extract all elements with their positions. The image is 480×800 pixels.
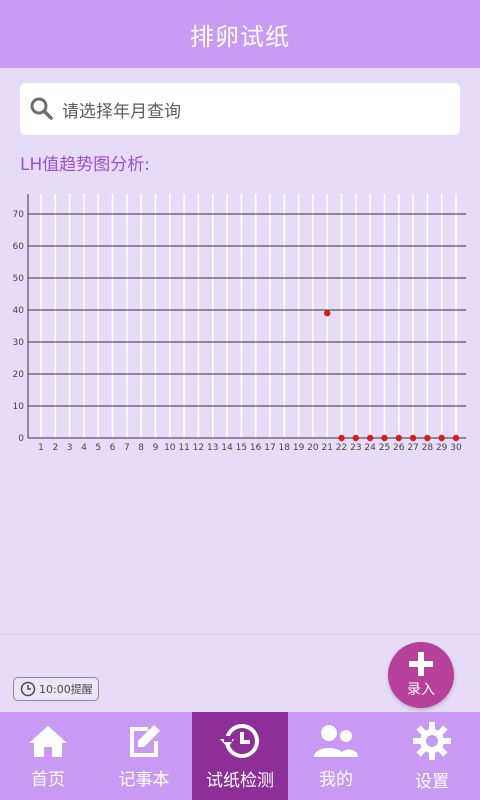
x-tick-label: 12 — [193, 443, 204, 453]
users-icon — [314, 724, 358, 757]
lh-trend-chart: 0102030405060701 2 3 4 5 6 7 8 9 10 11 12 13 14 15 16 17… — [13, 194, 466, 453]
x-tick-label: 29 — [436, 443, 448, 453]
add-record-button[interactable]: 录入 — [388, 642, 454, 708]
clock-icon — [20, 681, 36, 697]
page-title: 排卵试纸 — [190, 22, 290, 51]
x-tick-label: 15 — [236, 443, 247, 453]
reminder-button[interactable]: 10:00提醒 — [13, 677, 99, 701]
data-point — [381, 434, 388, 442]
y-tick-label: 0 — [18, 434, 24, 444]
search-placeholder: 请选择年月查询 — [62, 101, 181, 122]
x-tick-label: 23 — [350, 443, 361, 453]
tab-profile[interactable]: 我的 — [288, 712, 384, 800]
x-tick-label: 19 — [293, 443, 305, 453]
x-tick-label: 16 — [250, 443, 262, 453]
data-point — [438, 434, 445, 442]
x-tick-label: 30 — [450, 443, 462, 453]
x-tick-label: 17 — [264, 443, 275, 453]
x-tick-label: 1 — [38, 443, 44, 453]
tab-notebook[interactable]: 记事本 — [96, 712, 192, 800]
x-tick-label: 7 — [124, 443, 130, 453]
y-tick-label: 10 — [13, 402, 25, 412]
x-tick-label: 4 — [81, 443, 87, 453]
history-icon — [220, 723, 259, 758]
x-tick-label: 28 — [422, 443, 434, 453]
x-tick-label: 3 — [67, 443, 73, 453]
data-point — [324, 310, 331, 317]
gear-icon — [413, 721, 451, 760]
data-point — [409, 434, 417, 442]
data-point — [395, 434, 402, 442]
y-tick-label: 40 — [13, 306, 25, 316]
y-tick-label: 50 — [13, 274, 25, 284]
y-tick-label: 30 — [13, 338, 25, 348]
tab-label: 试纸检测 — [206, 770, 274, 791]
tab-label: 我的 — [319, 769, 353, 790]
home-icon — [29, 725, 67, 757]
bottom-tab-bar: 首页 记事本 试纸检测 我的 设置 — [0, 712, 480, 800]
tab-test-strip[interactable]: 试纸检测 — [192, 712, 288, 800]
x-tick-label: 9 — [153, 443, 159, 453]
x-tick-label: 24 — [364, 443, 376, 453]
y-tick-label: 70 — [13, 210, 25, 220]
edit-icon — [130, 724, 160, 757]
search-icon — [30, 97, 53, 120]
x-tick-label: 13 — [207, 443, 218, 453]
data-point — [452, 434, 460, 442]
x-tick-label: 10 — [164, 443, 176, 453]
tab-home[interactable]: 首页 — [0, 712, 96, 800]
data-point — [366, 434, 374, 442]
chart-heading: LH值趋势图分析: — [20, 155, 150, 175]
data-point — [424, 434, 431, 442]
y-tick-label: 20 — [13, 370, 25, 380]
tab-settings[interactable]: 设置 — [384, 712, 480, 800]
reminder-label: 10:00提醒 — [39, 683, 93, 696]
data-point — [338, 434, 345, 442]
x-tick-label: 21 — [321, 443, 332, 453]
app-header: 排卵试纸 — [0, 0, 480, 68]
x-tick-label: 20 — [307, 443, 319, 453]
x-tick-label: 22 — [336, 443, 347, 453]
x-tick-label: 8 — [138, 443, 144, 453]
data-point — [352, 434, 360, 442]
x-tick-label: 14 — [221, 443, 233, 453]
x-tick-label: 25 — [379, 443, 390, 453]
tab-label: 设置 — [415, 771, 449, 792]
x-tick-label: 5 — [95, 443, 101, 453]
x-tick-label: 26 — [393, 443, 405, 453]
x-tick-label: 18 — [279, 443, 291, 453]
tab-label: 记事本 — [118, 769, 170, 790]
x-tick-label: 27 — [407, 443, 418, 453]
x-tick-label: 6 — [110, 443, 116, 453]
x-tick-label: 2 — [52, 443, 58, 453]
y-tick-label: 60 — [13, 242, 25, 252]
plus-icon — [409, 652, 433, 676]
tab-label: 首页 — [31, 769, 65, 790]
x-tick-label: 11 — [178, 443, 189, 453]
month-search-box[interactable]: 请选择年月查询 — [20, 83, 460, 135]
divider — [0, 634, 480, 635]
add-record-label: 录入 — [407, 682, 435, 698]
